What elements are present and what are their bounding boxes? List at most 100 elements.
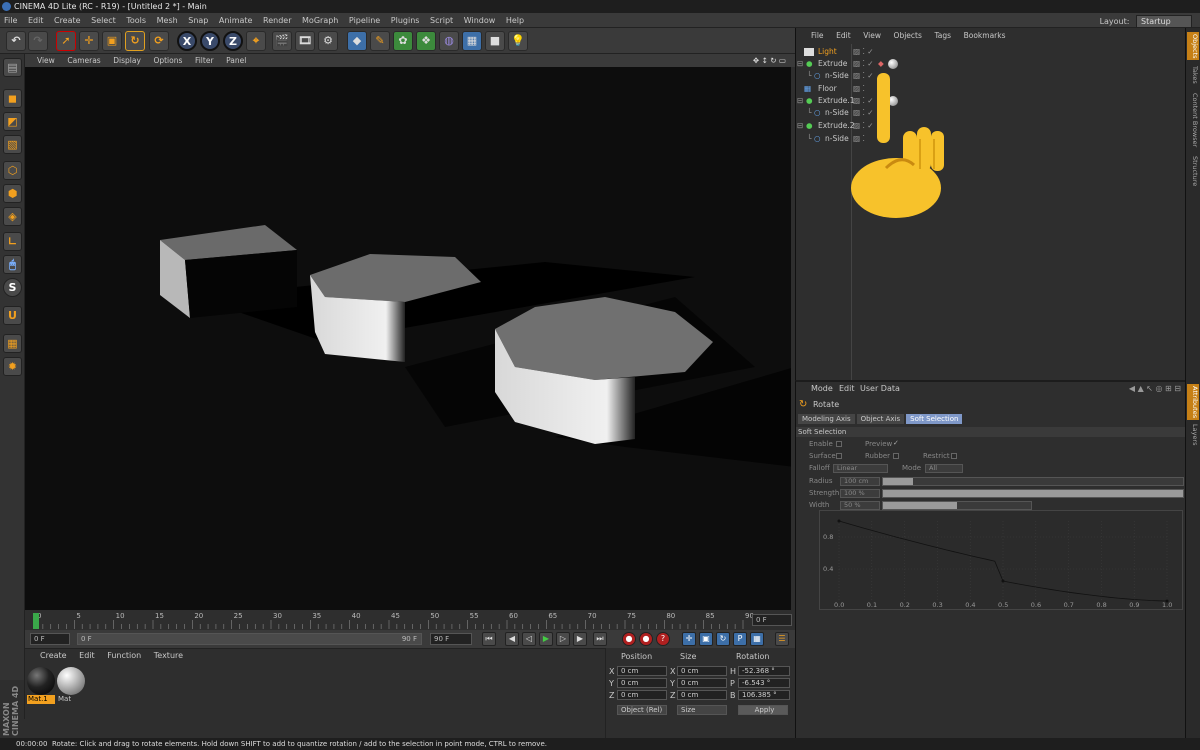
mode-dropdown[interactable]: All — [925, 464, 963, 473]
obj-menu-edit[interactable]: Edit — [831, 28, 856, 44]
edges-mode-icon[interactable]: ⬢ — [3, 184, 22, 203]
strength-field[interactable]: 100 % — [840, 489, 880, 498]
object-row[interactable]: Light ▨ ⁚ ✓ — [796, 46, 1186, 58]
side-tab-content-browser[interactable]: Content Browser — [1187, 90, 1199, 150]
rotation-p-field[interactable]: -6.543 ° — [738, 678, 790, 688]
3d-viewport[interactable] — [25, 67, 791, 610]
attr-nav-icons[interactable]: ◀ ▲ ↖ ◎ ⊞ ⊟ — [1129, 382, 1181, 396]
current-frame-field[interactable]: 0 F — [752, 614, 792, 626]
quantize-icon[interactable]: ✹ — [3, 357, 22, 376]
collapse-icon[interactable]: ⊟ — [797, 95, 803, 107]
previous-key-icon[interactable]: ◀ — [505, 632, 519, 646]
size-y-field[interactable]: 0 cm — [677, 678, 727, 688]
visibility-toggle[interactable]: ▨ ⁚ ✓ — [853, 58, 874, 70]
material-menu-edit[interactable]: Edit — [74, 649, 100, 663]
render-view-icon[interactable]: 🎬 — [272, 31, 292, 51]
side-tab-takes[interactable]: Takes — [1187, 64, 1199, 86]
restrict-checkbox[interactable] — [951, 453, 957, 459]
viewport-menu-filter[interactable]: Filter — [190, 54, 219, 67]
y-axis-lock-icon[interactable]: Y — [200, 31, 220, 51]
menu-help[interactable]: Help — [502, 13, 528, 28]
autokey-icon[interactable]: ● — [639, 632, 653, 646]
play-icon[interactable]: ▶ — [539, 632, 553, 646]
polygons-mode-icon[interactable]: ◈ — [3, 207, 22, 226]
render-settings-icon[interactable]: ⚙ — [318, 31, 338, 51]
apply-button[interactable]: Apply — [738, 705, 788, 715]
z-axis-lock-icon[interactable]: Z — [223, 31, 243, 51]
tweak-mode-icon[interactable]: 🖱 — [3, 255, 22, 274]
record-rotation-icon[interactable]: ↻ — [716, 632, 730, 646]
viewport-menu-options[interactable]: Options — [148, 54, 187, 67]
material-swatch[interactable] — [27, 667, 55, 695]
layout-dropdown[interactable]: Startup — [1136, 15, 1192, 28]
viewport-menu-view[interactable]: View — [25, 54, 60, 67]
make-editable-icon[interactable]: ▤ — [3, 58, 22, 77]
viewport-nav-icons[interactable]: ✥ ↕ ↻ ▭ — [748, 54, 791, 67]
obj-menu-file[interactable]: File — [806, 28, 829, 44]
record-keys-icon[interactable]: ● — [622, 632, 636, 646]
material-menu-create[interactable]: Create — [35, 649, 72, 663]
material-swatch[interactable] — [57, 667, 85, 695]
undo-icon[interactable]: ↶ — [6, 31, 26, 51]
obj-menu-bookmarks[interactable]: Bookmarks — [959, 28, 1011, 44]
keyframe-selection-icon[interactable]: ? — [656, 632, 670, 646]
position-z-field[interactable]: 0 cm — [617, 690, 667, 700]
texture-mode-icon[interactable]: ◩ — [3, 112, 22, 131]
viewport-menu-panel[interactable]: Panel — [221, 54, 251, 67]
side-tab-objects[interactable]: Objects — [1187, 32, 1199, 60]
curve-knot[interactable] — [1001, 579, 1005, 583]
menu-create[interactable]: Create — [50, 13, 85, 28]
next-key-icon[interactable]: ▶ — [573, 632, 587, 646]
render-picture-viewer-icon[interactable]: 🎞 — [295, 31, 315, 51]
obj-menu-tags[interactable]: Tags — [929, 28, 956, 44]
obj-menu-objects[interactable]: Objects — [889, 28, 927, 44]
snap-icon[interactable]: U — [3, 306, 22, 325]
viewport-menu-display[interactable]: Display — [108, 54, 146, 67]
curve-knot[interactable] — [837, 519, 841, 523]
coordinate-mode-dropdown[interactable]: Object (Rel) — [617, 705, 667, 715]
side-tab-structure[interactable]: Structure — [1187, 154, 1199, 188]
surface-checkbox[interactable] — [836, 453, 842, 459]
rotation-h-field[interactable]: -52.368 ° — [738, 666, 790, 676]
scale-tool-icon[interactable]: ▣ — [102, 31, 122, 51]
curve-knot[interactable] — [1165, 599, 1169, 603]
axis-mode-icon[interactable]: ∟ — [3, 232, 22, 251]
deformer-icon[interactable]: ◍ — [439, 31, 459, 51]
falloff-dropdown[interactable]: Linear — [833, 464, 888, 473]
material-menu-texture[interactable]: Texture — [149, 649, 188, 663]
material-menu-function[interactable]: Function — [102, 649, 146, 663]
points-mode-icon[interactable]: ⬡ — [3, 161, 22, 180]
preview-checkbox[interactable]: ✓ — [893, 438, 899, 448]
menu-select[interactable]: Select — [87, 13, 120, 28]
record-scale-icon[interactable]: ▣ — [699, 632, 713, 646]
menu-snap[interactable]: Snap — [184, 13, 212, 28]
coordinate-system-icon[interactable]: ⌖ — [246, 31, 266, 51]
size-x-field[interactable]: 0 cm — [677, 666, 727, 676]
position-y-field[interactable]: 0 cm — [617, 678, 667, 688]
menu-mesh[interactable]: Mesh — [153, 13, 182, 28]
side-tab-layers[interactable]: Layers — [1187, 424, 1199, 446]
collapse-icon[interactable]: ⊟ — [797, 58, 803, 70]
menu-plugins[interactable]: Plugins — [387, 13, 424, 28]
material-name[interactable]: Mat — [57, 695, 85, 704]
playhead[interactable] — [33, 613, 39, 629]
tag-icon[interactable]: ◆ — [878, 58, 884, 70]
position-x-field[interactable]: 0 cm — [617, 666, 667, 676]
goto-end-icon[interactable]: ⏭ — [593, 632, 607, 646]
spline-pen-icon[interactable]: ✎ — [370, 31, 390, 51]
visibility-toggle[interactable]: ▨ ⁚ ✓ — [853, 46, 874, 58]
timeline-menu-icon[interactable]: ☰ — [775, 632, 789, 646]
move-tool-icon[interactable]: ✛ — [79, 31, 99, 51]
radius-slider[interactable] — [882, 477, 1184, 486]
model-mode-icon[interactable]: ◼ — [3, 89, 22, 108]
workplane-icon[interactable]: ▦ — [3, 334, 22, 353]
obj-menu-view[interactable]: View — [858, 28, 886, 44]
width-field[interactable]: 50 % — [840, 501, 880, 510]
strength-slider[interactable] — [882, 489, 1184, 498]
tab-modeling-axis[interactable]: Modeling Axis — [798, 414, 855, 424]
menu-tools[interactable]: Tools — [122, 13, 150, 28]
array-generator-icon[interactable]: ❖ — [416, 31, 436, 51]
size-z-field[interactable]: 0 cm — [677, 690, 727, 700]
menu-file[interactable]: File — [0, 13, 21, 28]
material-tag-icon[interactable] — [888, 59, 898, 69]
